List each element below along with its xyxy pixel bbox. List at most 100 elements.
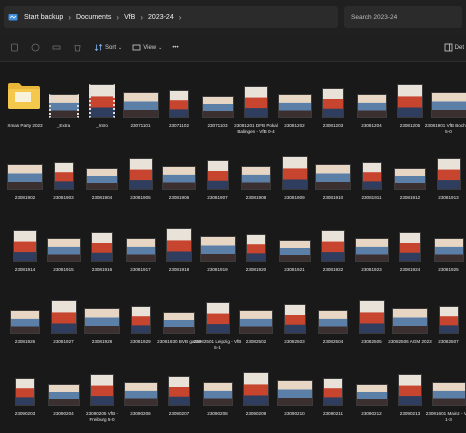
delete-button[interactable] [73,43,84,52]
file-item[interactable]: 23081918 [158,212,200,284]
folder-item[interactable]: Xmas Party 2023 [4,68,46,140]
folder-thumbnail [89,84,115,118]
photo-thumbnail [244,86,268,118]
view-button[interactable]: View ⌄ [132,43,162,52]
file-item[interactable]: 23090203 [4,356,46,428]
file-item[interactable]: 23081927 [43,284,85,356]
photo-thumbnail [15,378,35,406]
file-item[interactable]: 23082502 [235,284,277,356]
breadcrumb-documents[interactable]: Documents [73,14,114,21]
new-button[interactable] [10,43,21,52]
file-item[interactable]: 23081204 [351,68,393,140]
trash-icon [73,43,82,52]
file-item[interactable]: 23081924 [389,212,431,284]
file-item[interactable]: 23090209 [235,356,277,428]
breadcrumb-vfb[interactable]: VfB [121,14,138,21]
file-item[interactable]: 23081925 [428,212,466,284]
sort-icon [94,43,103,52]
photo-thumbnail [47,384,80,406]
photo-thumbnail [169,90,189,118]
file-item[interactable]: 23082506 AGM 2023 [388,284,432,356]
onedrive-backup-icon [8,12,18,22]
folder-thumbnail [48,94,79,118]
file-item[interactable]: 23081902 [4,140,46,212]
file-item[interactable]: 23082501 Leipzig - VfB 5-1 [194,284,241,356]
file-item[interactable]: 23081915 [43,212,85,284]
photo-thumbnail [162,166,196,190]
search-input[interactable]: Search 2023-24 [344,6,462,28]
sort-button[interactable]: Sort ⌄ [94,43,122,52]
photo-thumbnail [206,160,229,190]
file-item[interactable]: 23081912 [389,140,431,212]
file-item[interactable]: 23081921 [274,212,316,284]
file-item[interactable]: 23081202 [274,68,316,140]
file-item[interactable]: 23082505 [351,284,393,356]
file-item[interactable]: 23090210 [274,356,316,428]
file-item[interactable]: 23081907 [197,140,239,212]
file-item[interactable]: 23081911 [351,140,393,212]
breadcrumb-start-backup[interactable]: Start backup [21,14,66,21]
file-item[interactable]: 23081914 [4,212,46,284]
photo-thumbnail [430,92,466,118]
file-item[interactable]: 23081203 [312,68,354,140]
details-pane-icon [444,43,453,52]
photo-thumbnail [201,96,234,118]
photo-thumbnail [315,164,351,190]
photo-thumbnail [168,376,190,406]
photo-thumbnail [46,238,81,262]
file-item[interactable]: 23090208 [197,356,239,428]
photo-thumbnail [358,300,385,334]
file-item[interactable]: 23081917 [120,212,162,284]
file-item[interactable]: 23081904 [81,140,123,212]
photo-thumbnail [13,230,37,262]
file-item[interactable]: _Extra [43,68,85,140]
photo-thumbnail [243,372,269,406]
file-item[interactable]: 23081901 VfB Bochum 5-0 [425,68,466,140]
file-name-label: 23081925 [438,267,459,272]
photo-thumbnail [84,308,120,334]
file-item[interactable]: 23090211 [312,356,354,428]
file-item[interactable]: 23081922 [312,212,354,284]
file-item[interactable]: 23081201 DFB Pokal Balingen - VfB 0-4 [234,68,278,140]
address-bar[interactable]: Start backup › Documents › VfB › 2023-24… [4,6,338,28]
file-item[interactable]: 23081903 [43,140,85,212]
file-item[interactable]: 23081908 [235,140,277,212]
file-item[interactable]: 23081920 [235,212,277,284]
breadcrumb-2023-24[interactable]: 2023-24 [145,14,177,21]
file-item[interactable]: _Intro [81,68,123,140]
file-item[interactable]: 23090205 VfB - Freiburg 5-0 [81,356,123,428]
photo-thumbnail [283,304,306,334]
share-button[interactable] [31,43,42,52]
file-item[interactable]: 23081923 [351,212,393,284]
file-item[interactable]: 23081916 [81,212,123,284]
details-label: Det [454,44,464,51]
file-item[interactable]: 23071101 [120,68,162,140]
chevron-down-icon: ⌄ [118,44,123,51]
file-item[interactable]: 23081929 [120,284,162,356]
file-item[interactable]: 23090206 [120,356,162,428]
photo-thumbnail [355,384,388,406]
file-item[interactable]: 23082507 [428,284,466,356]
file-item[interactable]: 23081906 [158,140,200,212]
rename-button[interactable] [52,43,63,52]
folder-icon [7,80,41,110]
file-item[interactable]: 23081913 [428,140,466,212]
file-item[interactable]: 23082504 [312,284,354,356]
file-item[interactable]: 23071102 [158,68,200,140]
photo-thumbnail [322,88,344,118]
file-item[interactable]: 23081926 [4,284,46,356]
file-item[interactable]: 23081909 [274,140,316,212]
file-item[interactable]: 23090212 [351,356,393,428]
file-item[interactable]: 23081910 [312,140,354,212]
photo-thumbnail [199,236,236,262]
file-item[interactable]: 23091601 Mainz - VfB 1-3 [426,356,466,428]
file-item[interactable]: 23081905 [120,140,162,212]
more-options-button[interactable]: ••• [172,45,178,51]
details-button[interactable]: Det [444,43,464,52]
file-item[interactable]: 23082503 [274,284,316,356]
photo-thumbnail [436,158,461,190]
photo-thumbnail [7,164,43,190]
file-item[interactable]: 23090207 [158,356,200,428]
file-item[interactable]: 23081928 [81,284,123,356]
file-item[interactable]: 23081919 [197,212,239,284]
